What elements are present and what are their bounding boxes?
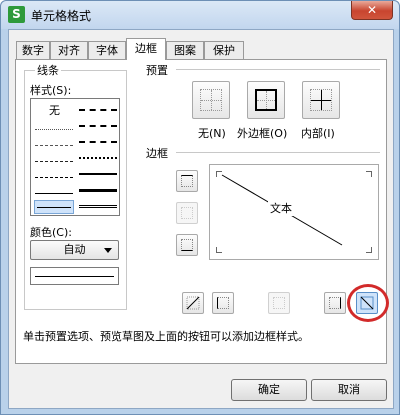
presets-caption: 预置 <box>144 62 170 78</box>
tab-protection[interactable]: 保护 <box>204 41 244 59</box>
preset-outline-icon <box>255 89 277 111</box>
line-preview-sample <box>35 276 114 277</box>
border-diagonal-up-button[interactable] <box>182 292 204 314</box>
border-inside-horizontal-icon <box>181 207 193 219</box>
line-style-long-dash[interactable] <box>35 177 73 178</box>
border-tab-panel: 线条 样式(S): 无 颜色(C): 自动 预置 无(N) 外边框(O) 内部(… <box>15 59 389 364</box>
line-style-medium[interactable] <box>79 173 117 175</box>
tab-font[interactable]: 字体 <box>88 41 126 59</box>
app-icon: S <box>8 6 25 23</box>
line-style-slanted-dash[interactable] <box>79 157 117 159</box>
line-style-medium-dash-dot[interactable] <box>79 109 117 111</box>
line-preview <box>30 267 119 285</box>
border-separator <box>176 152 380 153</box>
line-style-double[interactable] <box>79 205 117 209</box>
border-inside-vertical-icon <box>273 297 285 309</box>
tab-border[interactable]: 边框 <box>126 38 166 60</box>
tab-pattern[interactable]: 图案 <box>166 41 204 59</box>
style-label: 样式(S): <box>30 84 72 97</box>
line-style-fine-dash[interactable] <box>35 145 73 146</box>
preview-diagonal-line <box>221 174 343 246</box>
border-caption: 边框 <box>144 145 170 161</box>
border-bottom-icon <box>181 239 193 251</box>
border-preview-area[interactable]: 文本 <box>209 164 379 260</box>
diagonal-up-icon <box>186 296 200 310</box>
line-style-thin[interactable] <box>35 193 73 194</box>
line-style-thick[interactable] <box>79 189 117 192</box>
border-left-button[interactable] <box>212 292 234 314</box>
line-style-list[interactable]: 无 <box>30 98 120 216</box>
hint-text: 单击预置选项、预览草图及上面的按钮可以添加边框样式。 <box>23 330 309 343</box>
presets-separator <box>176 69 380 70</box>
line-style-none[interactable]: 无 <box>49 102 60 118</box>
title-bar: S 单元格格式 ✕ <box>1 1 399 29</box>
preset-inside-icon <box>310 89 332 111</box>
preset-none-button[interactable] <box>192 81 230 119</box>
preset-none-label: 无(N) <box>198 127 226 140</box>
preset-inside-button[interactable] <box>302 81 340 119</box>
color-value: 自动 <box>63 243 86 256</box>
preset-inside-label: 内部(I) <box>301 127 335 140</box>
preview-text: 文本 <box>268 200 294 216</box>
highlight-circle <box>347 284 389 322</box>
dialog-client: 数字 对齐 字体 边框 图案 保护 线条 样式(S): 无 颜色(C): 自动 … <box>8 29 394 409</box>
line-style-selected[interactable] <box>34 200 74 214</box>
line-group-caption: 线条 <box>35 62 61 78</box>
preset-outline-button[interactable] <box>247 81 285 119</box>
border-right-button[interactable] <box>324 292 346 314</box>
border-inside-horizontal-button[interactable] <box>176 202 198 224</box>
color-dropdown[interactable]: 自动 <box>30 240 119 260</box>
close-button[interactable]: ✕ <box>351 1 393 20</box>
border-top-icon <box>181 175 193 187</box>
border-bottom-button[interactable] <box>176 234 198 256</box>
border-left-icon <box>217 297 229 309</box>
color-label: 颜色(C): <box>30 226 72 239</box>
preset-outline-label: 外边框(O) <box>237 127 288 140</box>
line-style-dash-dot[interactable] <box>35 161 73 162</box>
border-right-icon <box>329 297 341 309</box>
chevron-down-icon <box>104 248 112 253</box>
line-style-medium-dashed[interactable] <box>79 141 117 143</box>
ok-button[interactable]: 确定 <box>231 379 307 401</box>
selected-line-sample <box>37 207 71 208</box>
border-inside-vertical-button[interactable] <box>268 292 290 314</box>
tab-number[interactable]: 数字 <box>16 41 50 59</box>
tab-alignment[interactable]: 对齐 <box>50 41 88 59</box>
line-style-dotted[interactable] <box>35 129 73 130</box>
line-style-medium-dash-dot-dot[interactable] <box>79 125 117 127</box>
dialog-window: S 单元格格式 ✕ 数字 对齐 字体 边框 图案 保护 线条 样式(S): 无 <box>0 0 400 415</box>
border-top-button[interactable] <box>176 170 198 192</box>
preset-none-icon <box>200 89 222 111</box>
dialog-title: 单元格格式 <box>31 9 92 23</box>
cancel-button[interactable]: 取消 <box>311 379 387 401</box>
